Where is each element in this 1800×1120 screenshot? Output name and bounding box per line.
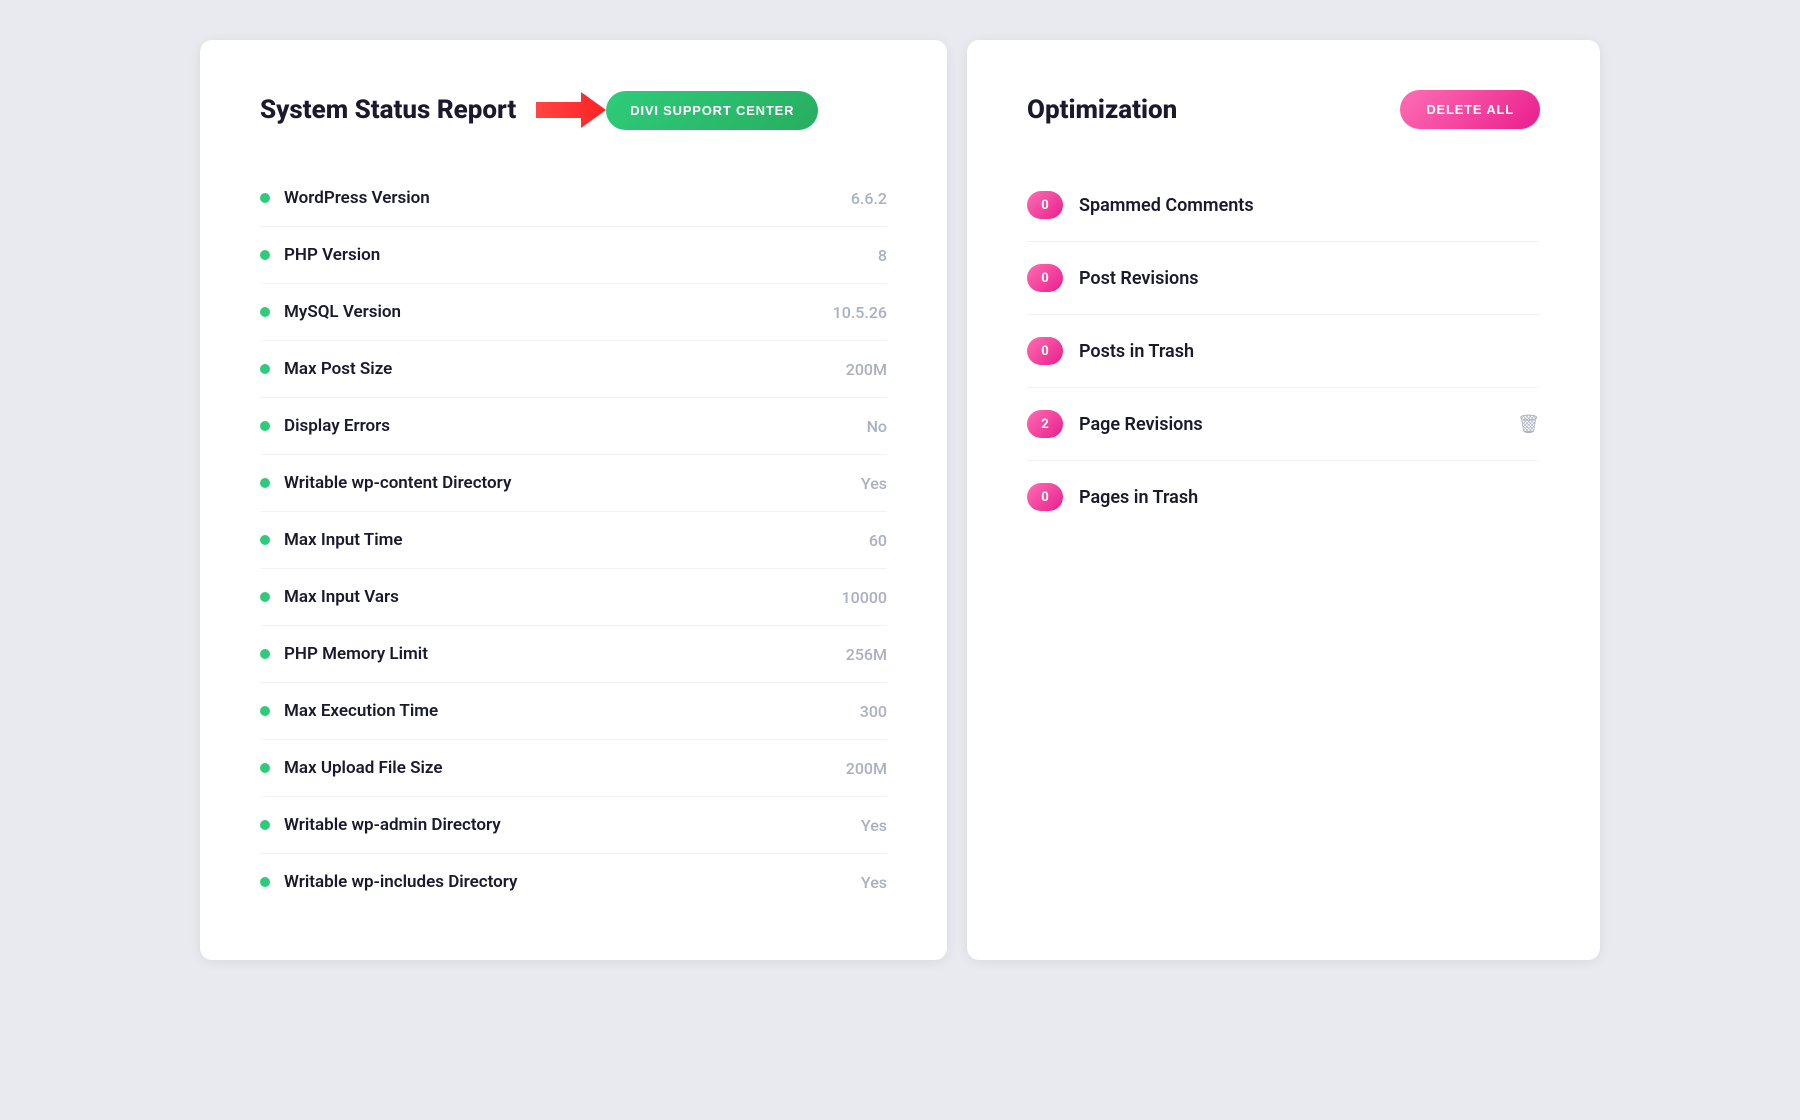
count-badge: 0	[1027, 337, 1063, 365]
status-item-value: 200M	[846, 759, 887, 778]
arrow-icon	[536, 90, 606, 130]
status-item-label: Writable wp-admin Directory	[284, 815, 501, 835]
optimization-item: 0 Posts in Trash	[1027, 315, 1540, 388]
status-item: Writable wp-includes Directory Yes	[260, 854, 887, 910]
status-item: Max Input Vars 10000	[260, 569, 887, 626]
optimization-item-label: Spammed Comments	[1079, 195, 1540, 216]
status-item-value: 8	[878, 246, 887, 265]
status-label: Writable wp-admin Directory	[260, 815, 501, 835]
status-label: Max Execution Time	[260, 701, 438, 721]
optimization-title: Optimization	[1027, 95, 1177, 125]
status-label: Max Upload File Size	[260, 758, 442, 778]
trash-icon[interactable]: 🗑	[1517, 414, 1540, 435]
status-item-value: 10.5.26	[833, 303, 887, 322]
status-label: WordPress Version	[260, 188, 430, 208]
optimization-item-label: Posts in Trash	[1079, 341, 1540, 362]
status-item-label: Max Input Time	[284, 530, 403, 550]
status-item: Display Errors No	[260, 398, 887, 455]
optimization-item-label: Pages in Trash	[1079, 487, 1540, 508]
status-item-label: PHP Version	[284, 245, 380, 265]
status-item-value: 60	[869, 531, 887, 550]
left-header: System Status Report DIVI SUPPORT CENTER	[260, 90, 887, 130]
status-item-label: PHP Memory Limit	[284, 644, 428, 664]
optimization-item: 0 Post Revisions	[1027, 242, 1540, 315]
status-dot	[260, 193, 270, 203]
status-item-value: Yes	[861, 873, 887, 892]
status-dot	[260, 307, 270, 317]
status-dot	[260, 592, 270, 602]
status-item-value: 200M	[846, 360, 887, 379]
count-badge: 2	[1027, 410, 1063, 438]
status-label: MySQL Version	[260, 302, 401, 322]
status-dot	[260, 364, 270, 374]
delete-all-button[interactable]: DELETE ALL	[1400, 90, 1540, 129]
optimization-item: 0 Spammed Comments	[1027, 169, 1540, 242]
status-item-label: Display Errors	[284, 416, 390, 436]
status-item: Max Upload File Size 200M	[260, 740, 887, 797]
status-item: MySQL Version 10.5.26	[260, 284, 887, 341]
status-dot	[260, 763, 270, 773]
status-label: Max Post Size	[260, 359, 392, 379]
divi-support-center-button[interactable]: DIVI SUPPORT CENTER	[606, 91, 818, 130]
status-item-label: Max Input Vars	[284, 587, 399, 607]
status-item: PHP Memory Limit 256M	[260, 626, 887, 683]
status-item: Writable wp-content Directory Yes	[260, 455, 887, 512]
status-label: Writable wp-includes Directory	[260, 872, 517, 892]
status-item-label: Max Execution Time	[284, 701, 438, 721]
status-item-value: 256M	[846, 645, 887, 664]
status-dot	[260, 478, 270, 488]
system-status-title: System Status Report	[260, 95, 516, 125]
status-item-value: 10000	[842, 588, 887, 607]
right-header: Optimization DELETE ALL	[1027, 90, 1540, 129]
status-label: Max Input Vars	[260, 587, 399, 607]
status-item: Max Execution Time 300	[260, 683, 887, 740]
status-label: PHP Memory Limit	[260, 644, 428, 664]
status-label: PHP Version	[260, 245, 380, 265]
count-badge: 0	[1027, 264, 1063, 292]
status-label: Display Errors	[260, 416, 390, 436]
status-dot	[260, 421, 270, 431]
optimization-item-label: Post Revisions	[1079, 268, 1540, 289]
status-label: Writable wp-content Directory	[260, 473, 511, 493]
status-dot	[260, 877, 270, 887]
status-label: Max Input Time	[260, 530, 403, 550]
status-item-label: WordPress Version	[284, 188, 430, 208]
status-item-label: Writable wp-content Directory	[284, 473, 511, 493]
status-item-value: Yes	[861, 474, 887, 493]
status-item: Max Post Size 200M	[260, 341, 887, 398]
status-item-label: Max Upload File Size	[284, 758, 442, 778]
status-item-value: Yes	[861, 816, 887, 835]
count-badge: 0	[1027, 483, 1063, 511]
system-status-card: System Status Report DIVI SUPPORT CENTER	[200, 40, 947, 960]
page-container: System Status Report DIVI SUPPORT CENTER	[200, 40, 1600, 960]
status-item: PHP Version 8	[260, 227, 887, 284]
arrow-button-wrapper: DIVI SUPPORT CENTER	[536, 90, 818, 130]
status-dot	[260, 706, 270, 716]
status-dot	[260, 250, 270, 260]
status-item-value: 300	[860, 702, 887, 721]
status-dot	[260, 535, 270, 545]
optimization-item: 0 Pages in Trash	[1027, 461, 1540, 533]
count-badge: 0	[1027, 191, 1063, 219]
status-dot	[260, 649, 270, 659]
status-list: WordPress Version 6.6.2 PHP Version 8 My…	[260, 170, 887, 910]
status-item-value: 6.6.2	[851, 189, 887, 208]
status-item: WordPress Version 6.6.2	[260, 170, 887, 227]
status-item-label: MySQL Version	[284, 302, 401, 322]
status-item: Writable wp-admin Directory Yes	[260, 797, 887, 854]
optimization-item-label: Page Revisions	[1079, 414, 1501, 435]
status-item-label: Max Post Size	[284, 359, 392, 379]
status-dot	[260, 820, 270, 830]
optimization-card: Optimization DELETE ALL 0 Spammed Commen…	[967, 40, 1600, 960]
status-item-label: Writable wp-includes Directory	[284, 872, 517, 892]
optimization-list: 0 Spammed Comments 0 Post Revisions 0 Po…	[1027, 169, 1540, 533]
status-item: Max Input Time 60	[260, 512, 887, 569]
status-item-value: No	[867, 417, 887, 436]
optimization-item: 2 Page Revisions 🗑	[1027, 388, 1540, 461]
